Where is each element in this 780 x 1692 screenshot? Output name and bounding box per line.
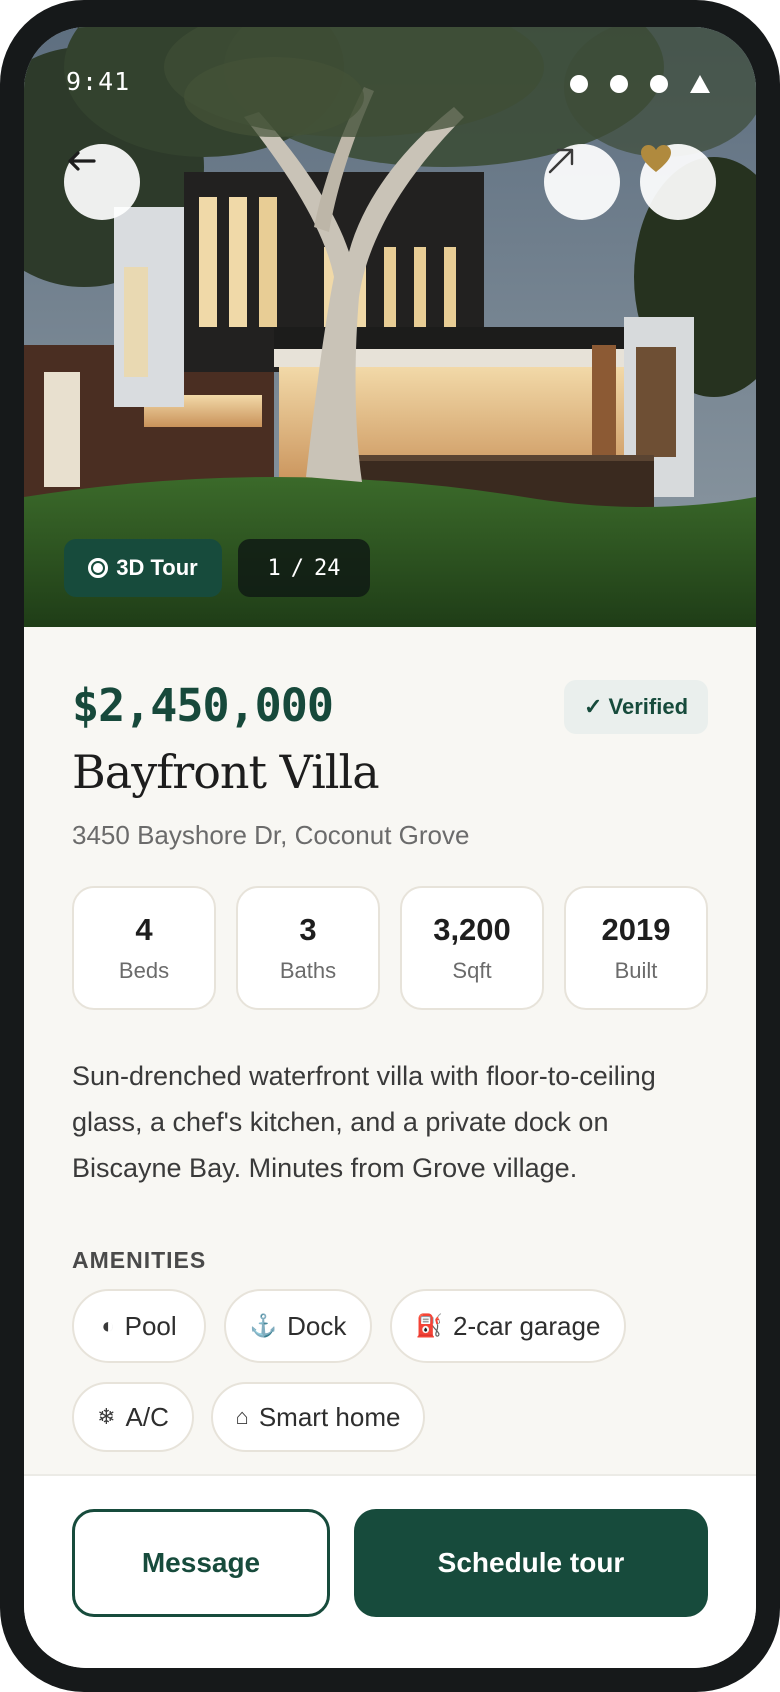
status-time: 9:41: [66, 67, 131, 96]
amenity-label: Smart home: [258, 1401, 401, 1432]
anchor-icon: ⚓: [249, 1313, 278, 1338]
location-icon: [690, 75, 710, 93]
3d-tour-button[interactable]: 3D Tour: [64, 539, 222, 597]
stats-row: 4 Beds 3 Baths 3,200 Sqft 2019 Built: [72, 886, 708, 1010]
share-button[interactable]: [544, 144, 620, 220]
listing-price: $2,450,000: [72, 679, 334, 732]
stat-label: Sqft: [452, 958, 492, 983]
amenity-chip-pool[interactable]: ◐ Pool: [72, 1289, 206, 1363]
home-icon: ⌂: [235, 1404, 249, 1429]
message-button[interactable]: Message: [72, 1509, 330, 1617]
stat-baths: 3 Baths: [236, 886, 380, 1010]
bottom-action-bar: Message Schedule tour: [24, 1474, 756, 1668]
photo-counter: 1 / 24: [238, 539, 370, 597]
listing-title: Bayfront Villa: [72, 745, 380, 799]
listing-address[interactable]: 3450 Bayshore Dr, Coconut Grove: [72, 820, 469, 851]
amenity-chip-garage[interactable]: ⛽ 2-car garage: [390, 1289, 626, 1363]
stat-beds: 4 Beds: [72, 886, 216, 1010]
photo-separator: /: [290, 555, 304, 581]
stat-label: Built: [614, 958, 658, 983]
photo-total: 24: [314, 555, 341, 581]
phone-frame: 9:41 3D Tour 1 / 24 $2,450,000 ✓ Verifie…: [0, 0, 780, 1692]
favorite-button[interactable]: [640, 144, 716, 220]
photo-index: 1: [267, 555, 281, 581]
stat-label: Baths: [279, 958, 337, 983]
stat-built: 2019 Built: [564, 886, 708, 1010]
tour-label: 3D Tour: [116, 555, 198, 580]
schedule-tour-button[interactable]: Schedule tour: [354, 1509, 708, 1617]
amenity-chip-dock[interactable]: ⚓ Dock: [224, 1289, 372, 1363]
arrow-left-icon: [68, 151, 96, 171]
heart-icon: [641, 145, 671, 172]
verified-badge: ✓ Verified: [564, 680, 708, 734]
wifi-icon: [610, 75, 628, 93]
stat-value: 3,200: [433, 912, 511, 947]
amenity-label: 2-car garage: [452, 1310, 601, 1341]
amenity-label: Pool: [124, 1310, 177, 1341]
listing-photo[interactable]: 9:41 3D Tour 1 / 24: [24, 27, 756, 627]
amenities-heading: AMENITIES: [72, 1247, 207, 1273]
amenity-label: A/C: [125, 1401, 169, 1432]
pool-icon: ◐: [101, 1313, 115, 1338]
signal-icon: [570, 75, 588, 93]
tour-icon: [88, 558, 109, 578]
stat-value: 4: [135, 912, 153, 947]
listing-description: Sun-drenched waterfront villa with floor…: [72, 1061, 656, 1183]
garage-icon: ⛽: [415, 1313, 443, 1338]
stat-value: 3: [299, 912, 317, 947]
stat-sqft: 3,200 Sqft: [400, 886, 544, 1010]
status-icons: [570, 75, 710, 93]
stat-value: 2019: [601, 912, 671, 947]
amenity-label: Dock: [287, 1310, 347, 1341]
back-button[interactable]: [64, 144, 140, 220]
share-arrow-icon: [548, 148, 574, 174]
stat-label: Beds: [118, 958, 170, 983]
house-illustration: [24, 27, 756, 627]
amenity-chip-ac[interactable]: ❄ A/C: [72, 1382, 194, 1452]
amenity-chip-smart-home[interactable]: ⌂ Smart home: [211, 1382, 425, 1452]
battery-icon: [650, 75, 668, 93]
screen: 9:41 3D Tour 1 / 24 $2,450,000 ✓ Verifie…: [24, 27, 756, 1668]
snowflake-icon: ❄: [97, 1404, 116, 1429]
